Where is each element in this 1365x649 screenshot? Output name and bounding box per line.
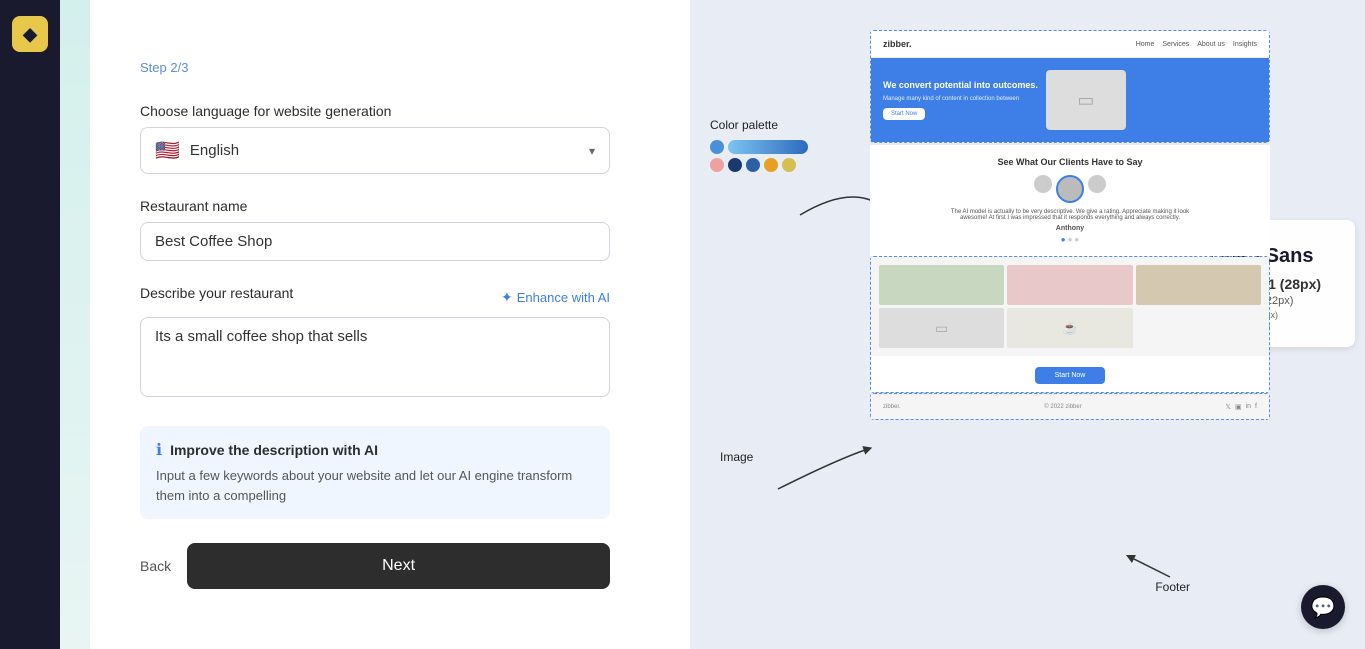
language-group: Choose language for website generation 🇺… bbox=[140, 103, 610, 174]
language-value: English bbox=[190, 142, 579, 159]
mockup-footer-section: zibber. © 2022 zibber 𝕏 ▣ in f bbox=[870, 393, 1270, 420]
facebook-icon: f bbox=[1255, 403, 1257, 411]
grid-item-2 bbox=[1007, 265, 1132, 305]
mockup-grid: ▭ ☕ bbox=[871, 257, 1269, 356]
mockup-hero-subtext: Manage many kind of content in collectio… bbox=[883, 96, 1038, 102]
mockup-testimonial: The AI model is actually to be very desc… bbox=[882, 175, 1258, 244]
mockup-hero-text: We convert potential into outcomes. Mana… bbox=[883, 80, 1038, 120]
next-button[interactable]: Next bbox=[187, 543, 610, 589]
mockup-hero-btn[interactable]: Start Now bbox=[883, 108, 925, 120]
ai-info-header: ℹ Improve the description with AI bbox=[156, 440, 594, 460]
chat-icon: 💬 bbox=[1311, 595, 1336, 620]
testimonial-text: The AI model is actually to be very desc… bbox=[940, 209, 1200, 221]
mockup-nav: zibber. Home Services About us Insights bbox=[871, 31, 1269, 58]
restaurant-name-label: Restaurant name bbox=[140, 198, 610, 214]
footer-social-icons: 𝕏 ▣ in f bbox=[1225, 403, 1257, 411]
enhance-ai-button[interactable]: ✦ Enhance with AI bbox=[501, 289, 610, 306]
ai-sparkle-icon: ✦ bbox=[501, 289, 513, 306]
mockup-cta: Start Now bbox=[871, 356, 1269, 392]
footer-annotation: Footer bbox=[1155, 580, 1190, 594]
mockup-nav-links: Home Services About us Insights bbox=[1136, 41, 1257, 48]
chevron-down-icon: ▾ bbox=[589, 144, 595, 158]
restaurant-name-input[interactable] bbox=[140, 222, 610, 261]
mockup-nav-logo: zibber. bbox=[883, 39, 912, 49]
info-icon: ℹ bbox=[156, 440, 162, 460]
describe-textarea[interactable]: Its a small coffee shop that sells bbox=[140, 317, 610, 397]
instagram-icon: ▣ bbox=[1235, 403, 1242, 411]
chat-button[interactable]: 💬 bbox=[1301, 585, 1345, 629]
mockup-footer: zibber. © 2022 zibber 𝕏 ▣ in f bbox=[871, 394, 1269, 419]
dot-1: ● bbox=[1061, 235, 1066, 244]
footer-copy: © 2022 zibber bbox=[1044, 404, 1081, 410]
nav-link-services: Services bbox=[1162, 41, 1189, 48]
gradient-strip bbox=[60, 0, 90, 649]
mockup-clients-section: See What Our Clients Have to Say The AI … bbox=[870, 145, 1270, 256]
avatar-row bbox=[1034, 175, 1106, 203]
ai-info-box: ℹ Improve the description with AI Input … bbox=[140, 426, 610, 519]
color-swatch-blue bbox=[710, 140, 724, 154]
mockup-clients-title: See What Our Clients Have to Say bbox=[882, 157, 1258, 167]
mockup-image-grid-section: ▭ ☕ Start Now bbox=[870, 256, 1270, 393]
back-button[interactable]: Back bbox=[140, 558, 171, 574]
avatar-1 bbox=[1034, 175, 1052, 193]
mockup-header-section: zibber. Home Services About us Insights … bbox=[870, 30, 1270, 143]
twitter-icon: 𝕏 bbox=[1225, 403, 1231, 411]
restaurant-name-group: Restaurant name bbox=[140, 198, 610, 261]
color-row-1 bbox=[710, 140, 808, 154]
website-mockup: zibber. Home Services About us Insights … bbox=[870, 30, 1270, 420]
mockup-hero: We convert potential into outcomes. Mana… bbox=[871, 58, 1269, 142]
image-placeholder-icon: ▭ bbox=[1077, 90, 1094, 111]
mockup-hero-heading: We convert potential into outcomes. bbox=[883, 80, 1038, 92]
color-swatch-navy bbox=[728, 158, 742, 172]
dot-2: ● bbox=[1068, 235, 1073, 244]
grid-item-1 bbox=[879, 265, 1004, 305]
language-label: Choose language for website generation bbox=[140, 103, 610, 119]
color-swatch-pink bbox=[710, 158, 724, 172]
image-annotation: Image bbox=[720, 450, 753, 464]
grid-item-3 bbox=[1136, 265, 1261, 305]
mockup-hero-image: ▭ bbox=[1046, 70, 1126, 130]
color-row-2 bbox=[710, 158, 808, 172]
color-bar-gradient bbox=[728, 140, 808, 154]
avatar-2 bbox=[1088, 175, 1106, 193]
nav-link-home: Home bbox=[1136, 41, 1155, 48]
grid-item-5: ☕ bbox=[1007, 308, 1132, 348]
color-swatch-blue2 bbox=[746, 158, 760, 172]
enhance-label: Enhance with AI bbox=[517, 290, 610, 305]
step-indicator: Step 2/3 bbox=[140, 60, 610, 75]
app-logo[interactable]: ◆ bbox=[12, 16, 48, 52]
color-palette bbox=[710, 140, 808, 176]
mockup-cta-btn[interactable]: Start Now bbox=[1035, 367, 1106, 384]
ai-info-title: Improve the description with AI bbox=[170, 442, 378, 458]
nav-link-about: About us bbox=[1197, 41, 1225, 48]
flag-icon: 🇺🇸 bbox=[155, 138, 180, 163]
describe-group: Describe your restaurant ✦ Enhance with … bbox=[140, 285, 610, 402]
color-swatch-yellow bbox=[782, 158, 796, 172]
grid-item-4: ▭ bbox=[879, 308, 1004, 348]
nav-link-insights: Insights bbox=[1233, 41, 1257, 48]
color-swatch-orange bbox=[764, 158, 778, 172]
image-arrow bbox=[758, 439, 878, 499]
main-area: Step 2/3 Choose language for website gen… bbox=[60, 0, 1365, 649]
footer-brand: zibber. bbox=[883, 404, 901, 410]
linkedin-icon: in bbox=[1246, 403, 1251, 411]
describe-header: Describe your restaurant ✦ Enhance with … bbox=[140, 285, 610, 309]
sidebar: ◆ bbox=[0, 0, 60, 649]
bottom-actions: Back Next bbox=[140, 543, 610, 589]
color-palette-annotation: Color palette bbox=[710, 118, 778, 132]
ai-info-text: Input a few keywords about your website … bbox=[156, 466, 594, 505]
dot-3: ● bbox=[1074, 235, 1079, 244]
describe-label: Describe your restaurant bbox=[140, 285, 293, 301]
language-select[interactable]: 🇺🇸 English ▾ bbox=[140, 127, 610, 174]
preview-panel: Color palette Hea bbox=[690, 0, 1365, 649]
testimonial-author: Anthony bbox=[1056, 225, 1084, 232]
form-panel: Step 2/3 Choose language for website gen… bbox=[60, 0, 690, 649]
avatar-main bbox=[1056, 175, 1084, 203]
